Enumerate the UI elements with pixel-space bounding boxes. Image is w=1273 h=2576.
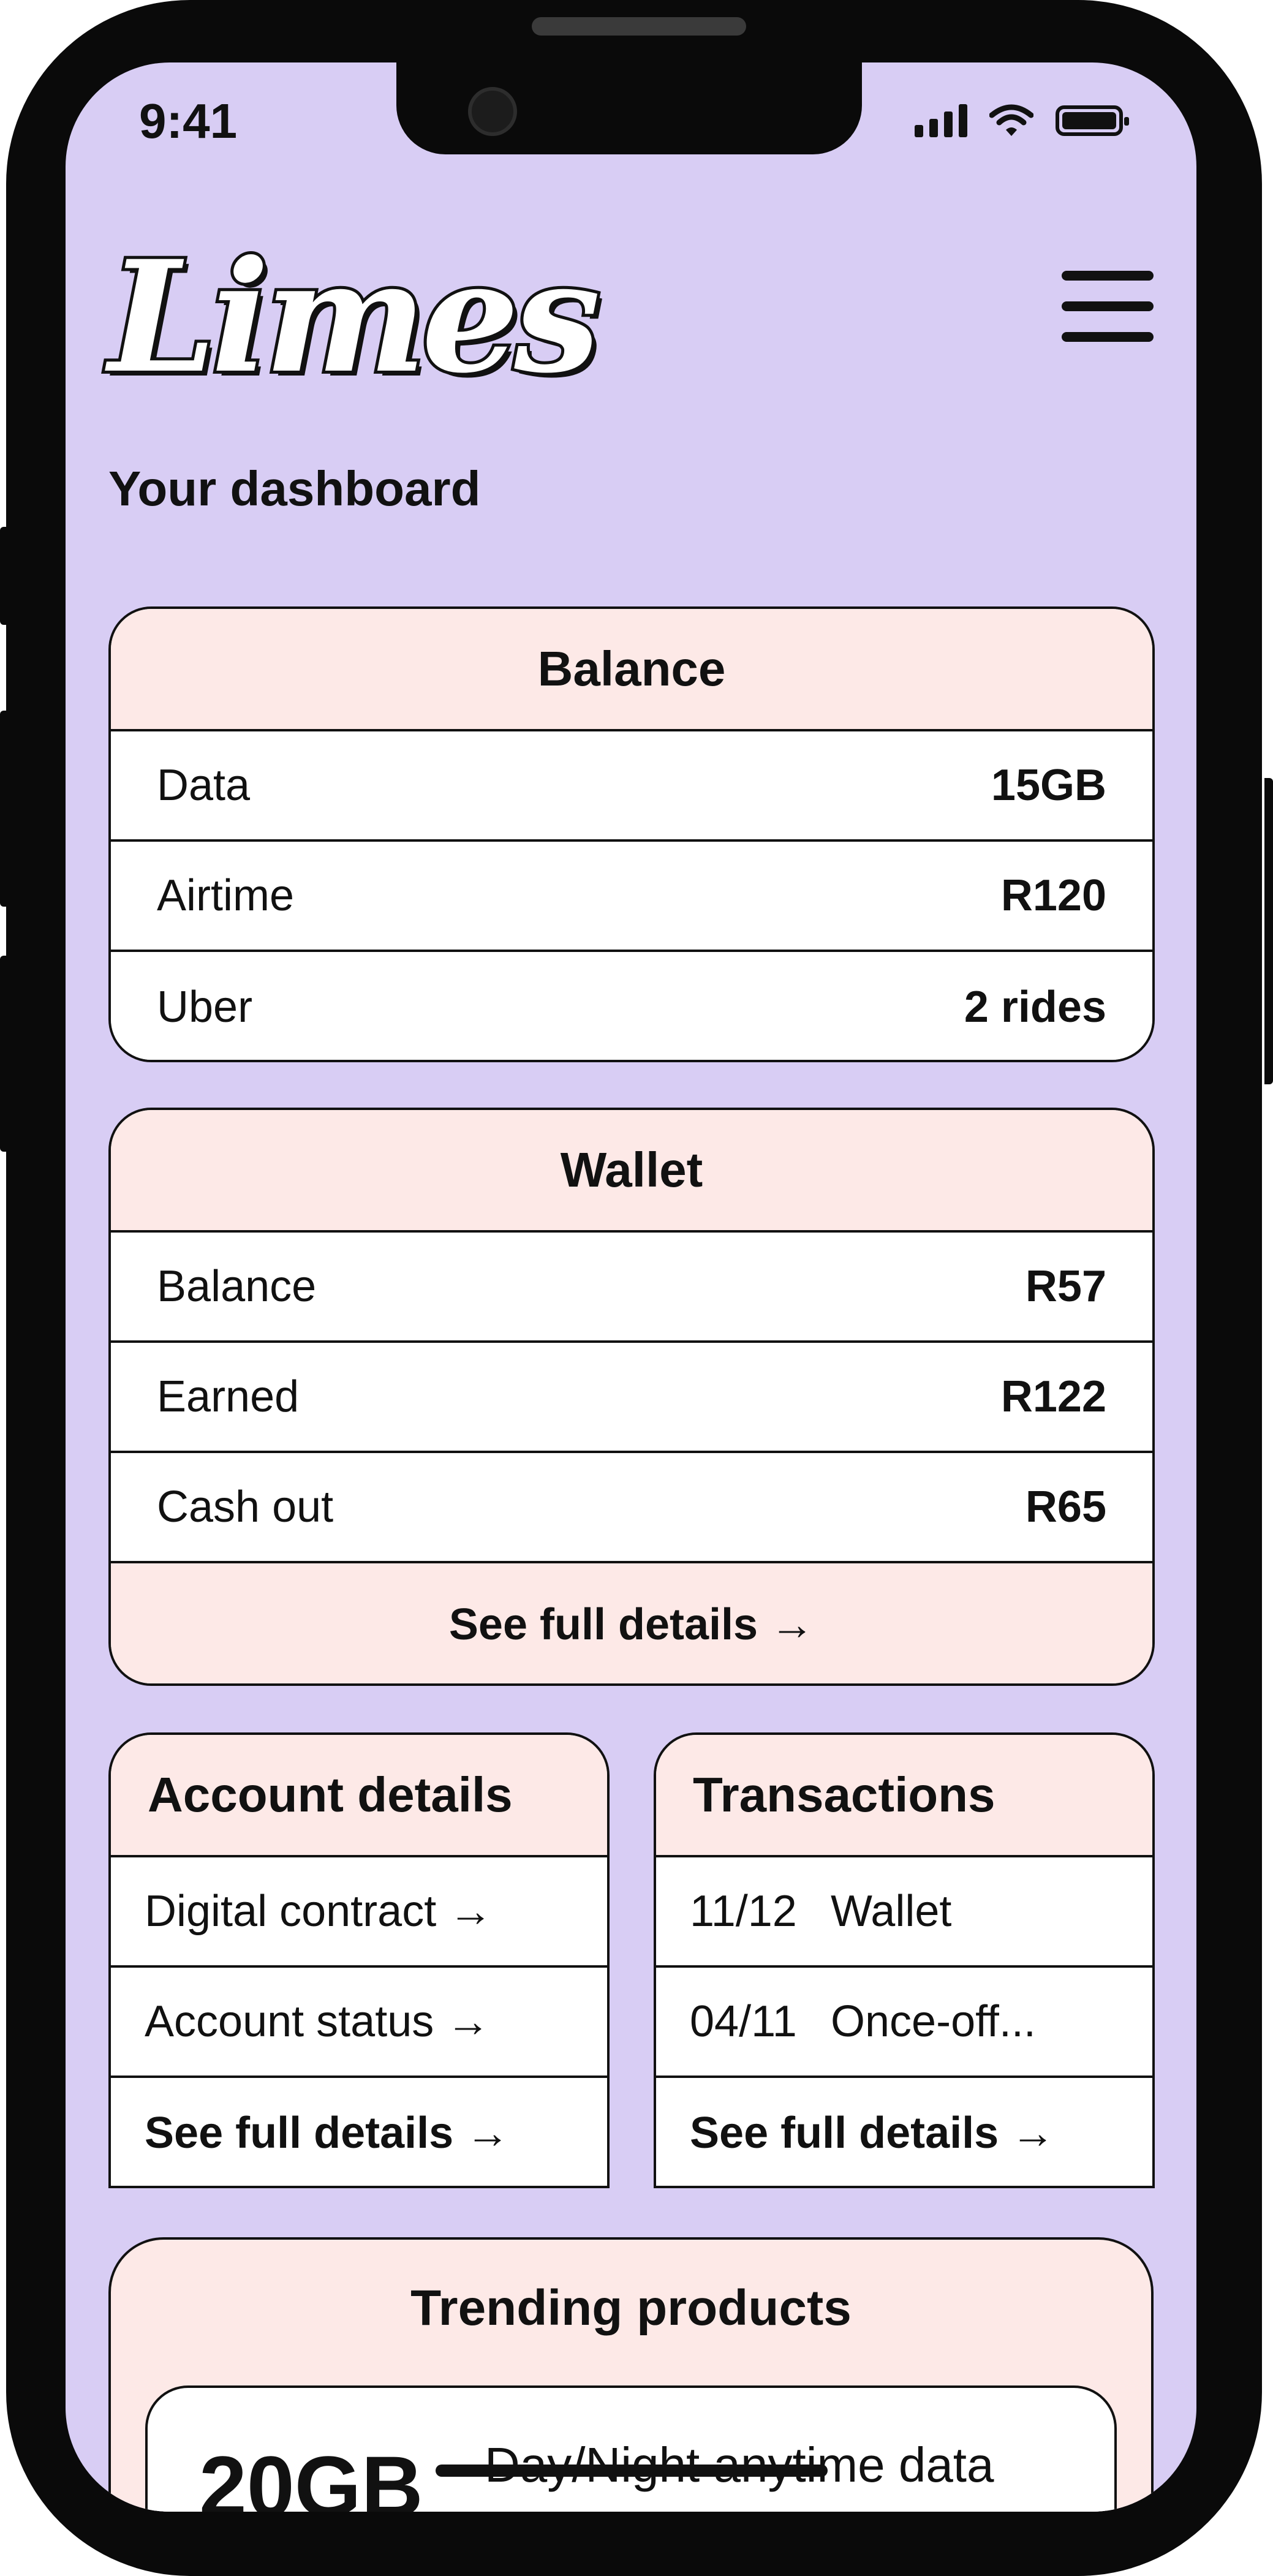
front-camera (468, 87, 517, 136)
balance-card: Balance Data 15GB Airtime R120 Uber 2 ri… (108, 606, 1155, 1062)
wifi-icon (989, 104, 1033, 136)
account-details-card: Account details Digital contract → Accou… (108, 1732, 610, 2188)
notch (396, 62, 862, 154)
power-button (1264, 778, 1273, 1084)
row-label: Balance (157, 1262, 317, 1311)
speaker-grille (532, 17, 746, 36)
row-value: R122 (1000, 1372, 1106, 1421)
trending-products-title: Trending products (410, 2280, 852, 2336)
wallet-row-balance: Balance R57 (111, 1233, 1152, 1343)
digital-contract-link[interactable]: Digital contract → (111, 1857, 607, 1968)
limes-logo: Limes (105, 227, 603, 407)
row-label: Uber (157, 983, 253, 1032)
row-label: Earned (157, 1372, 300, 1421)
page-title: Your dashboard (108, 461, 481, 516)
transaction-desc: Once-off... (831, 1997, 1036, 2046)
wallet-see-full-details-link[interactable]: See full details → (111, 1563, 1152, 1683)
product-card[interactable]: 20GB Day/Night anytime data (145, 2385, 1117, 2512)
row-value: R65 (1025, 1483, 1106, 1532)
row-value: 15GB (991, 761, 1106, 810)
balance-row-uber: Uber 2 rides (111, 952, 1152, 1060)
transactions-see-full-details-link[interactable]: See full details → (656, 2078, 1152, 2186)
balance-row-airtime: Airtime R120 (111, 842, 1152, 952)
wallet-row-cash-out: Cash out R65 (111, 1453, 1152, 1563)
wallet-card-title: Wallet (111, 1110, 1152, 1233)
hamburger-menu-icon[interactable] (1062, 271, 1154, 344)
cellular-signal-icon (915, 104, 967, 137)
transaction-row[interactable]: 04/11 Once-off... (656, 1968, 1152, 2078)
transactions-title: Transactions (656, 1735, 1152, 1857)
trending-products-card: Trending products 20GB Day/Night anytime… (108, 2237, 1154, 2512)
row-label: Airtime (157, 871, 295, 920)
transaction-row[interactable]: 11/12 Wallet (656, 1857, 1152, 1968)
row-value: R57 (1025, 1262, 1106, 1311)
transaction-desc: Wallet (831, 1887, 952, 1936)
volume-down-button (0, 956, 9, 1152)
strikethrough-line (436, 2465, 828, 2477)
screen: 9:41 Limes Your dashboard Balance Data 1… (66, 62, 1196, 2512)
row-label: Cash out (157, 1483, 334, 1532)
row-label: Data (157, 761, 251, 810)
account-details-title: Account details (111, 1735, 607, 1857)
transactions-card: Transactions 11/12 Wallet 04/11 Once-off… (654, 1732, 1155, 2188)
balance-row-data: Data 15GB (111, 731, 1152, 842)
wallet-card: Wallet Balance R57 Earned R122 Cash out … (108, 1108, 1155, 1686)
balance-card-title: Balance (111, 609, 1152, 731)
row-value: 2 rides (964, 983, 1106, 1032)
row-value: R120 (1000, 871, 1106, 920)
silent-switch (0, 527, 9, 625)
transaction-date: 11/12 (690, 1887, 797, 1936)
product-size: 20GB (199, 2438, 423, 2512)
transaction-date: 04/11 (690, 1997, 797, 2046)
battery-icon (1056, 105, 1129, 136)
status-time: 9:41 (139, 94, 238, 148)
status-icons (915, 104, 1129, 137)
wallet-row-earned: Earned R122 (111, 1343, 1152, 1453)
account-status-link[interactable]: Account status → (111, 1968, 607, 2078)
volume-up-button (0, 711, 9, 907)
account-see-full-details-link[interactable]: See full details → (111, 2078, 607, 2186)
